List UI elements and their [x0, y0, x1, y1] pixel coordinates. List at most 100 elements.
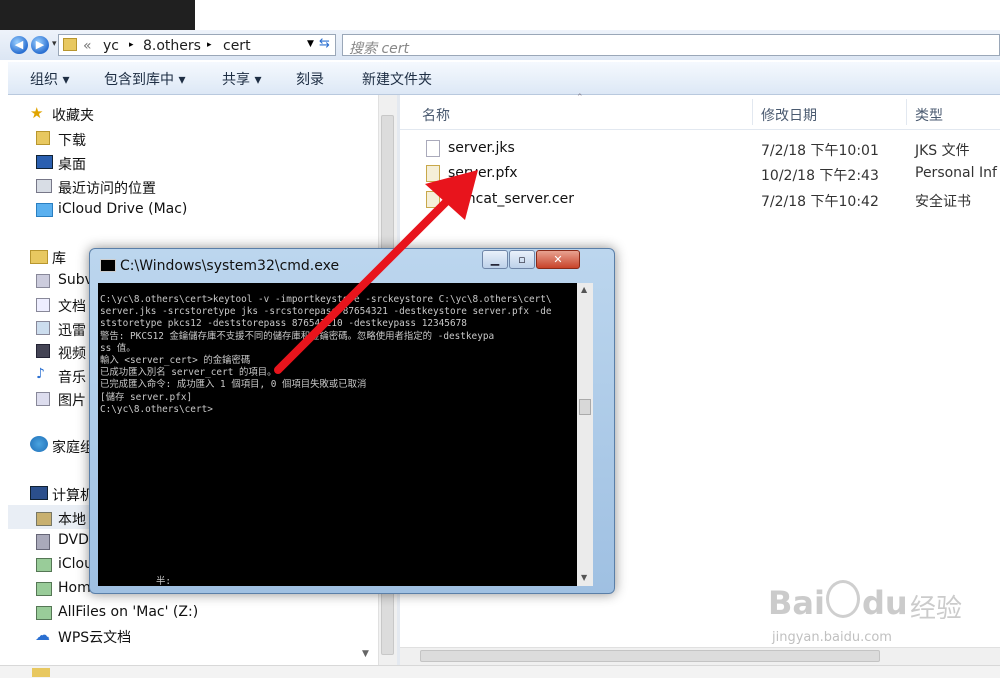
cmd-scrollbar[interactable]: ▲ ▼ [577, 283, 593, 586]
scroll-down-icon[interactable]: ▼ [581, 573, 587, 582]
nav-thunder[interactable]: 迅雷 [58, 320, 86, 340]
icloud-drive-icon [36, 203, 53, 217]
folder-icon [63, 38, 77, 51]
scroll-down-icon[interactable]: ▼ [362, 649, 369, 659]
content-scrollbar-thumb[interactable] [420, 650, 880, 662]
nav-dvd[interactable]: DVD [58, 532, 89, 548]
nav-libraries[interactable]: 库 [52, 248, 66, 268]
burn-button[interactable]: 刻录 [296, 69, 324, 89]
computer-icon [30, 486, 48, 500]
nav-pictures[interactable]: 图片 [58, 390, 86, 410]
breadcrumb-cert[interactable]: cert [223, 38, 251, 54]
forward-arrow-icon: ▶ [35, 38, 45, 51]
address-input[interactable]: « yc ▸ 8.others ▸ cert ▼ [58, 34, 336, 56]
file-modified: 10/2/18 下午2:43 [761, 168, 879, 184]
security-certificate-icon [426, 191, 440, 208]
cmd-output: C:\yc\8.others\cert>keytool -v -importke… [100, 294, 576, 416]
nav-computer[interactable]: 计算机 [52, 485, 94, 505]
file-type: JKS 文件 [915, 143, 970, 159]
minimize-button[interactable]: ▁ [482, 250, 508, 269]
forward-button[interactable]: ▶ [31, 36, 49, 54]
network-drive-icon [36, 606, 52, 620]
recent-pages-dropdown-icon[interactable]: ▾ [52, 39, 57, 49]
chevron-right-icon[interactable]: ▸ [129, 40, 134, 50]
sort-ascending-icon: ⌃ [576, 93, 584, 103]
paw-icon [826, 580, 860, 618]
column-name-header[interactable]: 名称 [422, 105, 450, 125]
column-divider[interactable] [752, 99, 753, 125]
cmd-line: [儲存 server.pfx] [100, 391, 193, 403]
cmd-line: ss 值。 [100, 342, 136, 354]
search-input[interactable]: 搜索 cert [342, 34, 1000, 57]
cmd-console[interactable]: C:\yc\8.others\cert>keytool -v -importke… [98, 283, 577, 586]
maximize-button[interactable]: ▫ [509, 250, 535, 269]
thunder-download-icon [36, 321, 50, 335]
homegroup-icon [30, 436, 48, 452]
nav-downloads[interactable]: 下载 [58, 130, 86, 150]
scroll-up-icon[interactable]: ▲ [581, 285, 587, 294]
new-folder-button[interactable]: 新建文件夹 [362, 69, 432, 89]
file-type: 安全证书 [915, 194, 971, 210]
column-type-header[interactable]: 类型 [915, 105, 943, 125]
file-type: Personal Inf [915, 165, 997, 181]
file-icon [426, 140, 440, 157]
nav-recent-places[interactable]: 最近访问的位置 [58, 178, 156, 198]
organize-button[interactable]: 组织 ▾ [30, 69, 69, 89]
cmd-line: 輸入 <server_cert> 的金鑰密碼 [100, 355, 251, 367]
minimize-icon: ▁ [490, 253, 500, 266]
nav-homegroup[interactable]: 家庭组 [52, 437, 94, 457]
content-horizontal-scrollbar[interactable] [400, 647, 1000, 665]
nav-music[interactable]: 音乐 [58, 367, 86, 387]
star-icon: ★ [30, 104, 44, 122]
download-folder-icon [36, 131, 50, 145]
nav-allfiles-mac[interactable]: AllFiles on 'Mac' (Z:) [58, 604, 198, 620]
desktop-icon [36, 155, 53, 169]
cmd-line: C:\yc\8.others\cert>keytool -v -importke… [100, 294, 552, 305]
folder-icon [32, 668, 50, 677]
breadcrumb-8others[interactable]: 8.others [143, 38, 201, 54]
back-button[interactable]: ◀ [10, 36, 28, 54]
cmd-scrollbar-thumb[interactable] [579, 399, 591, 415]
chevron-down-icon[interactable]: ▼ [307, 39, 314, 49]
column-divider[interactable] [906, 99, 907, 125]
local-disk-icon [36, 512, 52, 526]
nav-videos[interactable]: 视频 [58, 343, 86, 363]
column-modified-header[interactable]: 修改日期 [761, 105, 817, 125]
cmd-line: ststoretype pkcs12 -deststorepass 876543… [100, 318, 467, 330]
cmd-window[interactable]: C:\Windows\system32\cmd.exe ▁ ▫ ✕ C:\yc\… [89, 248, 615, 594]
nav-wps-cloud[interactable]: WPS云文档 [58, 627, 131, 647]
back-arrow-icon: ◀ [14, 38, 24, 51]
file-row[interactable]: server.pfx 10/2/18 下午2:43 Personal Inf [400, 162, 1000, 186]
share-button[interactable]: 共享 ▾ [222, 69, 261, 89]
cloud-icon: ☁ [35, 626, 50, 644]
subversion-icon [36, 274, 50, 288]
nav-desktop[interactable]: 桌面 [58, 154, 86, 174]
chevron-right-icon[interactable]: ▸ [207, 40, 212, 50]
breadcrumb-yc[interactable]: yc [103, 38, 119, 54]
refresh-icon[interactable]: ⇆ [319, 36, 330, 51]
breadcrumb-overflow[interactable]: « [83, 38, 92, 54]
cmd-icon [100, 259, 116, 272]
nav-icloud-drive-net[interactable]: iClou [58, 556, 93, 572]
pictures-icon [36, 392, 50, 406]
maximize-icon: ▫ [518, 253, 526, 266]
file-modified: 7/2/18 下午10:01 [761, 143, 879, 159]
file-name: mcat_server.cer [462, 191, 574, 207]
network-drive-icon [36, 558, 52, 572]
ime-indicator: 半: [156, 576, 172, 586]
nav-icloud-drive[interactable]: iCloud Drive (Mac) [58, 201, 187, 217]
nav-documents[interactable]: 文档 [58, 296, 86, 316]
nav-local-disk[interactable]: 本地 [58, 509, 86, 529]
file-row[interactable]: mcat_server.cer 7/2/18 下午10:42 安全证书 [400, 188, 1000, 212]
include-in-library-button[interactable]: 包含到库中 ▾ [104, 69, 185, 89]
cmd-line: 已完成匯入命令: 成功匯入 1 個項目, 0 個項目失敗或已取消 [100, 379, 367, 391]
file-name: server.pfx [448, 165, 518, 181]
file-row[interactable]: server.jks 7/2/18 下午10:01 JKS 文件 [400, 137, 1000, 161]
nav-favorites[interactable]: 收藏夹 [52, 105, 94, 125]
watermark-brand-suffix: du [862, 584, 908, 622]
file-modified: 7/2/18 下午10:42 [761, 194, 879, 210]
nav-subversion[interactable]: Subv [58, 272, 93, 288]
dvd-drive-icon [36, 534, 50, 550]
watermark-cn: 经验 [910, 594, 963, 624]
close-button[interactable]: ✕ [536, 250, 580, 269]
